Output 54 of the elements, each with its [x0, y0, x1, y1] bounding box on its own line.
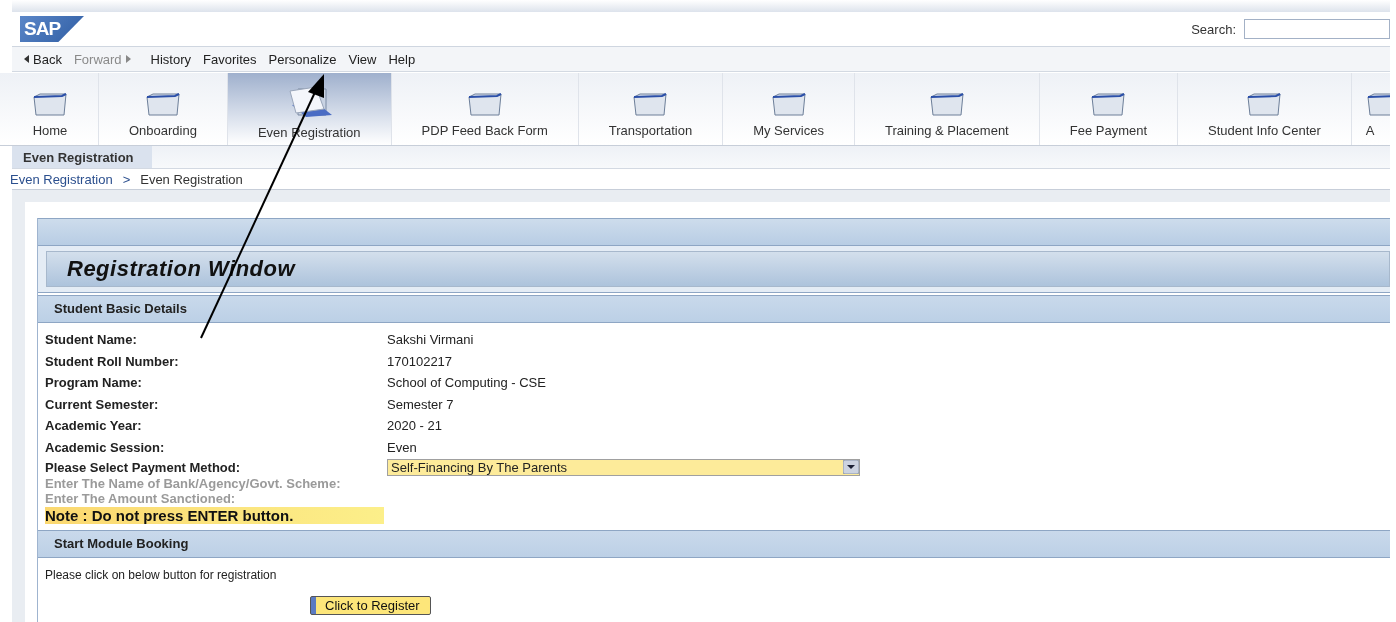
folder-icon — [928, 91, 965, 117]
folder-icon — [32, 91, 68, 117]
payment-method-dropdown[interactable]: Self-Financing By The Parents — [387, 458, 860, 476]
folder-icon — [770, 91, 807, 117]
field-label: Program Name: — [45, 375, 143, 391]
tab[interactable]: A — [1351, 73, 1390, 145]
register-button[interactable]: Click to Register — [310, 596, 431, 615]
field-label: Enter The Name of Bank/Agency/Govt. Scheme: — [45, 476, 342, 491]
dropdown-caret-icon — [843, 460, 859, 474]
field-value: Semester 7 — [387, 396, 454, 412]
folder-icon — [632, 91, 669, 117]
forward-arrow-icon — [125, 55, 131, 63]
field-value: 2020 - 21 — [387, 418, 442, 434]
nav-link[interactable]: History — [150, 51, 192, 67]
breadcrumb-current: Even Registration — [140, 171, 243, 187]
subtab[interactable]: Even Registration — [12, 146, 152, 168]
field-label: Please Select Payment Method: — [45, 459, 242, 475]
field-label: Academic Year: — [45, 418, 143, 434]
breadcrumb-separator: > — [122, 171, 131, 187]
nav-link[interactable]: Favorites — [203, 51, 257, 67]
search-label: Search: — [1191, 21, 1236, 37]
tab[interactable]: Home — [0, 73, 99, 145]
field-value: Even — [387, 439, 417, 455]
tab[interactable]: Fee Payment — [1039, 73, 1179, 145]
search-field[interactable] — [1244, 19, 1390, 39]
field-label: Student Roll Number: — [45, 353, 180, 369]
field-value: Sakshi Virmani — [387, 332, 474, 348]
nav-link[interactable]: Back — [24, 51, 62, 67]
folder-icon — [1090, 91, 1127, 117]
back-arrow-icon — [24, 55, 29, 63]
tab[interactable]: PDP Feed Back Form — [391, 73, 579, 145]
nav-link[interactable]: View — [348, 51, 377, 67]
breadcrumb-link[interactable]: Even Registration — [10, 171, 113, 187]
folder-icon — [1246, 91, 1283, 117]
field-label: Current Semester: — [45, 396, 160, 412]
instruction-text: Please click on below button for registration — [44, 567, 278, 582]
tab[interactable]: My Services — [723, 73, 855, 145]
folder-icon — [144, 91, 181, 117]
tab[interactable]: Student Info Center — [1178, 73, 1352, 145]
field-label: Enter The Amount Sanctioned: — [45, 491, 237, 506]
field-label: Student Name: — [45, 332, 138, 348]
warning-note: Note : Do not press ENTER button. — [45, 507, 384, 524]
company-logo: SAP — [20, 16, 84, 42]
field-label: Academic Session: — [45, 439, 166, 455]
section-title: Student Basic Details — [38, 295, 1390, 323]
folder-icon — [466, 91, 503, 117]
field-value: 170102217 — [387, 353, 453, 369]
section-title: Start Module Booking — [38, 530, 1390, 558]
tab[interactable]: Training & Placement — [854, 73, 1040, 145]
tab[interactable]: Onboarding — [99, 73, 228, 145]
field-value: School of Computing - CSE — [387, 375, 546, 391]
tab[interactable]: Transportation — [578, 73, 724, 145]
nav-link[interactable]: Personalize — [268, 51, 337, 67]
nav-link[interactable]: Help — [388, 51, 416, 67]
